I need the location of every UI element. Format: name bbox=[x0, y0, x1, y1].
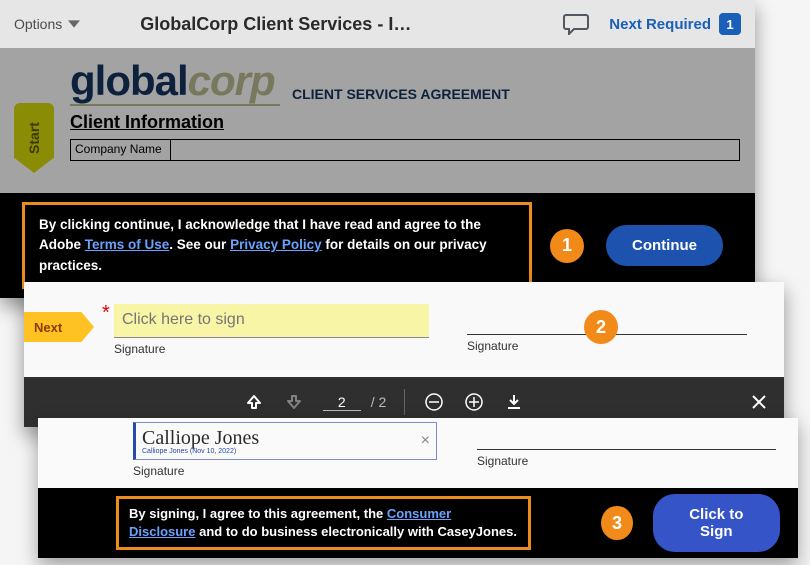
panel-click-to-sign: Calliope Jones Calliope Jones (Nov 10, 2… bbox=[38, 418, 798, 558]
page-number-input[interactable] bbox=[323, 394, 361, 411]
zoom-in-icon[interactable] bbox=[463, 391, 485, 413]
signature-area: Next * Signature Signature 2 bbox=[24, 282, 784, 377]
start-tag[interactable]: Start bbox=[14, 103, 54, 173]
logo-underline bbox=[70, 104, 280, 106]
signature-handwriting: Calliope Jones bbox=[142, 428, 430, 448]
zoom-out-icon[interactable] bbox=[423, 391, 445, 413]
next-required-label: Next Required bbox=[609, 16, 711, 33]
sign-consent-text: By signing, I agree to this agreement, t… bbox=[116, 496, 531, 550]
section-client-info: Client Information bbox=[70, 112, 755, 133]
sign-consent-bar: By signing, I agree to this agreement, t… bbox=[38, 488, 798, 558]
callout-2: 2 bbox=[584, 310, 618, 344]
required-asterisk: * bbox=[102, 302, 110, 325]
next-tag[interactable]: Next bbox=[24, 312, 94, 342]
callout-3: 3 bbox=[601, 506, 632, 540]
document-title: GlobalCorp Client Services - I… bbox=[140, 14, 411, 35]
download-icon[interactable] bbox=[503, 391, 525, 413]
next-required-count: 1 bbox=[719, 13, 741, 35]
document-top-bar: Options GlobalCorp Client Services - I… … bbox=[0, 0, 755, 48]
signature-label-left-3: Signature bbox=[133, 464, 437, 478]
agreement-title: CLIENT SERVICES AGREEMENT bbox=[292, 86, 510, 102]
signature-label-left: Signature bbox=[114, 342, 429, 356]
signed-block: Calliope Jones Calliope Jones (Nov 10, 2… bbox=[133, 422, 437, 478]
start-tag-label: Start bbox=[26, 122, 42, 154]
terms-of-use-link[interactable]: Terms of Use bbox=[85, 237, 170, 252]
chevron-down-icon bbox=[68, 18, 80, 30]
page-total: / 2 bbox=[371, 394, 387, 410]
counter-signature-block: Signature bbox=[477, 422, 776, 468]
continue-button[interactable]: Continue bbox=[606, 225, 723, 266]
page-down-icon[interactable] bbox=[283, 391, 305, 413]
company-name-row: Company Name bbox=[70, 139, 740, 161]
company-name-label: Company Name bbox=[71, 140, 171, 160]
signature-block-left: * Signature bbox=[114, 304, 429, 356]
close-icon[interactable] bbox=[748, 391, 770, 413]
signed-area: Calliope Jones Calliope Jones (Nov 10, 2… bbox=[38, 418, 798, 488]
page-up-icon[interactable] bbox=[243, 391, 265, 413]
options-menu[interactable]: Options bbox=[14, 16, 80, 32]
company-name-field[interactable] bbox=[171, 140, 739, 160]
comment-icon[interactable] bbox=[561, 9, 591, 39]
options-label: Options bbox=[14, 16, 62, 32]
next-required-button[interactable]: Next Required 1 bbox=[609, 13, 741, 35]
counter-signature-line bbox=[477, 422, 776, 450]
signed-signature-box[interactable]: Calliope Jones Calliope Jones (Nov 10, 2… bbox=[133, 422, 437, 460]
signature-label-right-3: Signature bbox=[477, 454, 776, 468]
clear-signature-icon[interactable]: × bbox=[421, 432, 430, 450]
toolbar-divider bbox=[404, 389, 405, 415]
globalcorp-logo: globalcorp bbox=[70, 60, 280, 102]
consent-text-box: By clicking continue, I acknowledge that… bbox=[22, 202, 532, 289]
panel-sign-here: Next * Signature Signature 2 / 2 bbox=[24, 282, 784, 427]
page-indicator: / 2 bbox=[323, 394, 387, 411]
click-to-sign-button[interactable]: Click to Sign bbox=[653, 494, 780, 552]
callout-1: 1 bbox=[550, 229, 584, 263]
signature-meta: Calliope Jones (Nov 10, 2022) bbox=[142, 448, 430, 455]
logo-row: globalcorp CLIENT SERVICES AGREEMENT bbox=[70, 48, 755, 106]
panel-continue-consent: Options GlobalCorp Client Services - I… … bbox=[0, 0, 755, 298]
privacy-policy-link[interactable]: Privacy Policy bbox=[230, 237, 322, 252]
signature-input[interactable] bbox=[114, 304, 429, 338]
document-preview: Start globalcorp CLIENT SERVICES AGREEME… bbox=[0, 48, 755, 193]
